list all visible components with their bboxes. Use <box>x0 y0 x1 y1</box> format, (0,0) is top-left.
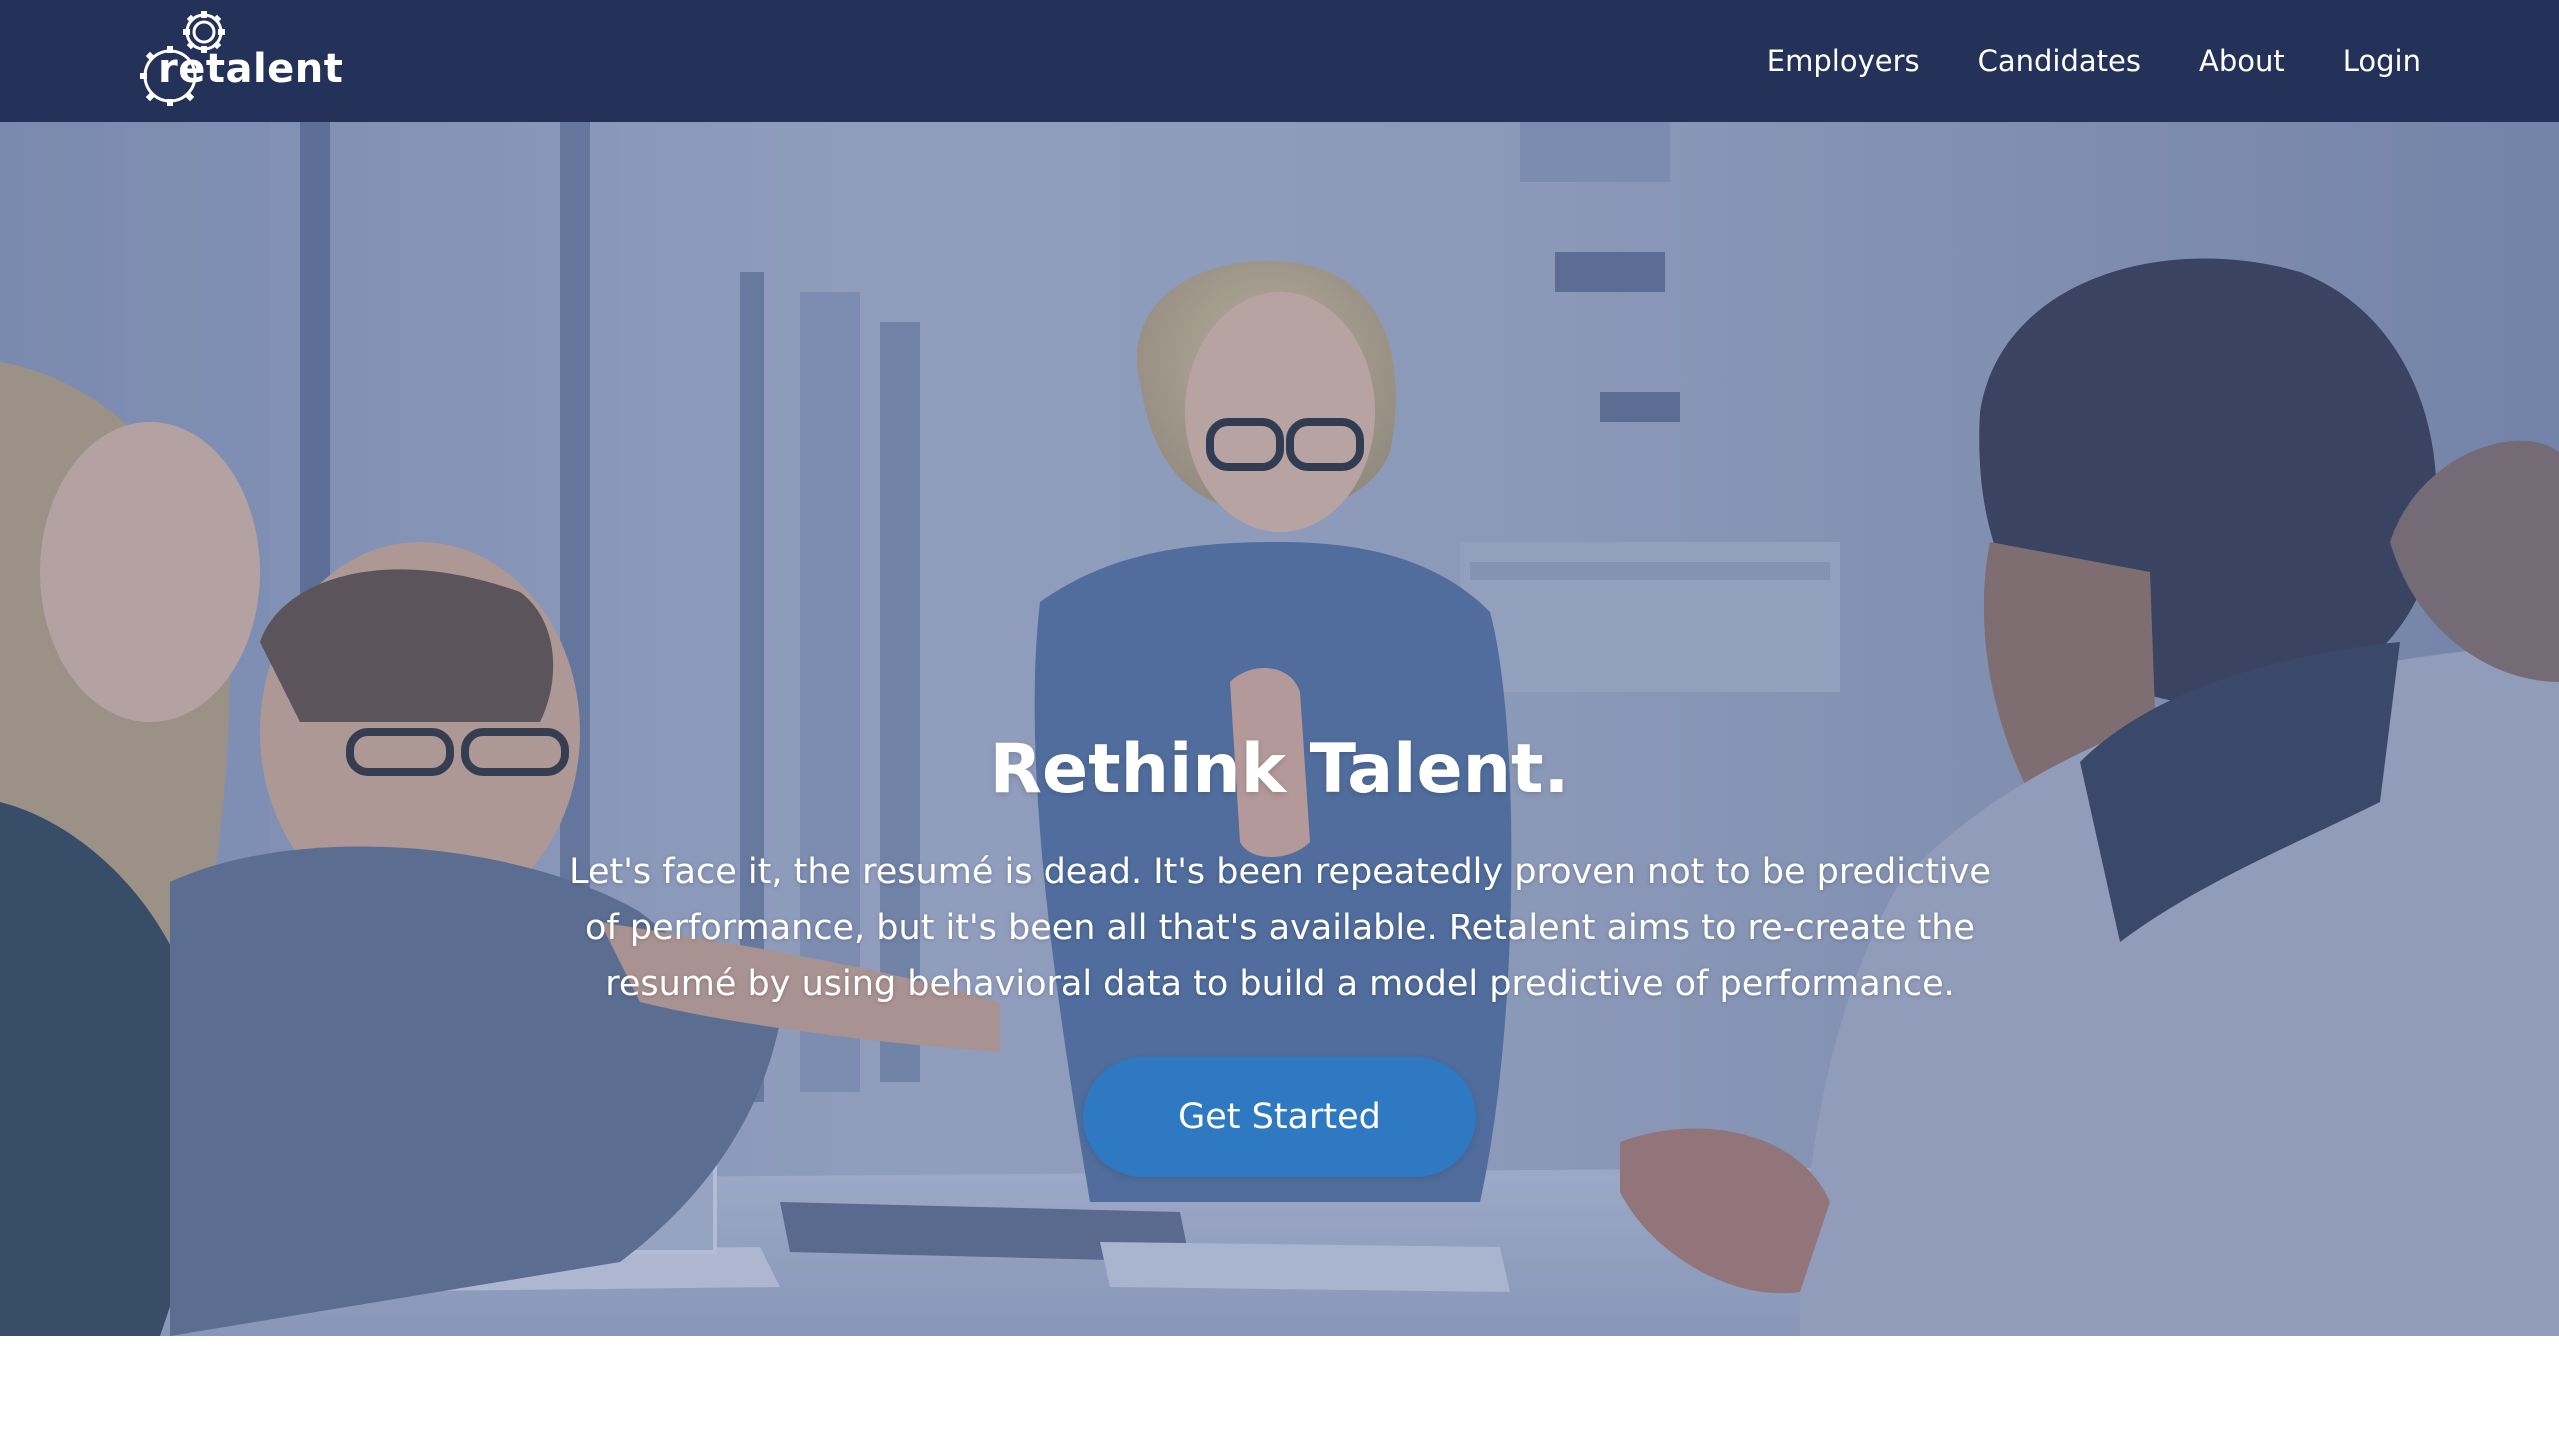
hero-content: Rethink Talent. Let's face it, the resum… <box>0 122 2559 1336</box>
nav-candidates-link[interactable]: Candidates <box>1978 44 2141 78</box>
hero-title: Rethink Talent. <box>989 730 1570 809</box>
page-content-area <box>0 1336 2559 1441</box>
main-nav: Employers Candidates About Login <box>1767 0 2421 122</box>
nav-login-link[interactable]: Login <box>2343 44 2421 78</box>
nav-employers-link[interactable]: Employers <box>1767 44 1920 78</box>
nav-about-link[interactable]: About <box>2199 44 2285 78</box>
logo-link[interactable]: retalent <box>138 10 343 110</box>
logo-wordmark: retalent <box>158 46 344 92</box>
hero-section: Rethink Talent. Let's face it, the resum… <box>0 122 2559 1336</box>
get-started-button[interactable]: Get Started <box>1083 1057 1476 1177</box>
top-navbar: retalent Employers Candidates About Logi… <box>0 0 2559 122</box>
hero-description: Let's face it, the resumé is dead. It's … <box>569 852 1991 1004</box>
